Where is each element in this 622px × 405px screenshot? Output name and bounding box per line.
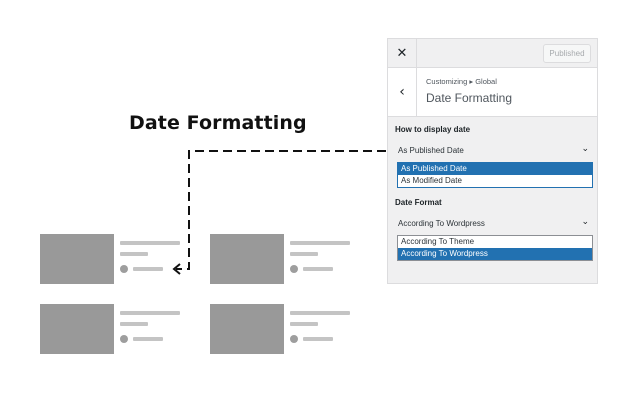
customizer-topbar: ✕ Published (388, 39, 597, 68)
chevron-left-icon: ‹ (399, 84, 405, 100)
clock-icon (290, 335, 298, 343)
option-according-to-wordpress[interactable]: According To Wordpress (398, 248, 592, 260)
date-format-options: According To Theme According To Wordpres… (397, 235, 593, 261)
post-date-line (303, 267, 333, 271)
post-title-line (290, 322, 318, 326)
option-as-modified-date[interactable]: As Modified Date (398, 175, 592, 187)
chevron-down-icon: ⌄ (581, 217, 589, 227)
display-date-options: As Published Date As Modified Date (397, 162, 593, 188)
date-format-label: Date Format (395, 198, 442, 207)
clock-icon (120, 335, 128, 343)
clock-icon (120, 265, 128, 273)
post-title-line (290, 311, 350, 315)
post-thumbnail (210, 304, 284, 354)
close-icon: ✕ (396, 45, 408, 61)
display-date-value: As Published Date (398, 146, 464, 155)
post-title-line (120, 311, 180, 315)
post-thumbnail (40, 304, 114, 354)
post-title-line (290, 252, 318, 256)
post-title-line (120, 322, 148, 326)
post-date-line (133, 337, 163, 341)
customizer-panel: ✕ Published ‹ Customizing ▸ Global Date … (387, 38, 598, 284)
post-title-line (120, 252, 148, 256)
display-date-label: How to display date (395, 125, 471, 134)
post-date-line (133, 267, 163, 271)
clock-icon (290, 265, 298, 273)
date-format-value: According To Wordpress (398, 219, 485, 228)
published-button[interactable]: Published (543, 44, 591, 63)
date-format-select[interactable]: According To Wordpress ⌄ (394, 215, 593, 233)
option-as-published-date[interactable]: As Published Date (398, 163, 592, 175)
post-date-line (303, 337, 333, 341)
back-button[interactable]: ‹ (388, 68, 417, 116)
section-title: Date Formatting (426, 91, 513, 105)
close-button[interactable]: ✕ (388, 39, 417, 67)
chevron-down-icon: ⌄ (581, 144, 589, 154)
display-date-select[interactable]: As Published Date ⌄ (394, 142, 593, 160)
section-header: ‹ Customizing ▸ Global Date Formatting (388, 68, 597, 117)
option-according-to-theme[interactable]: According To Theme (398, 236, 592, 248)
breadcrumb: Customizing ▸ Global (426, 77, 497, 86)
post-thumbnail (210, 234, 284, 284)
post-thumbnail (40, 234, 114, 284)
post-title-line (290, 241, 350, 245)
post-title-line (120, 241, 180, 245)
